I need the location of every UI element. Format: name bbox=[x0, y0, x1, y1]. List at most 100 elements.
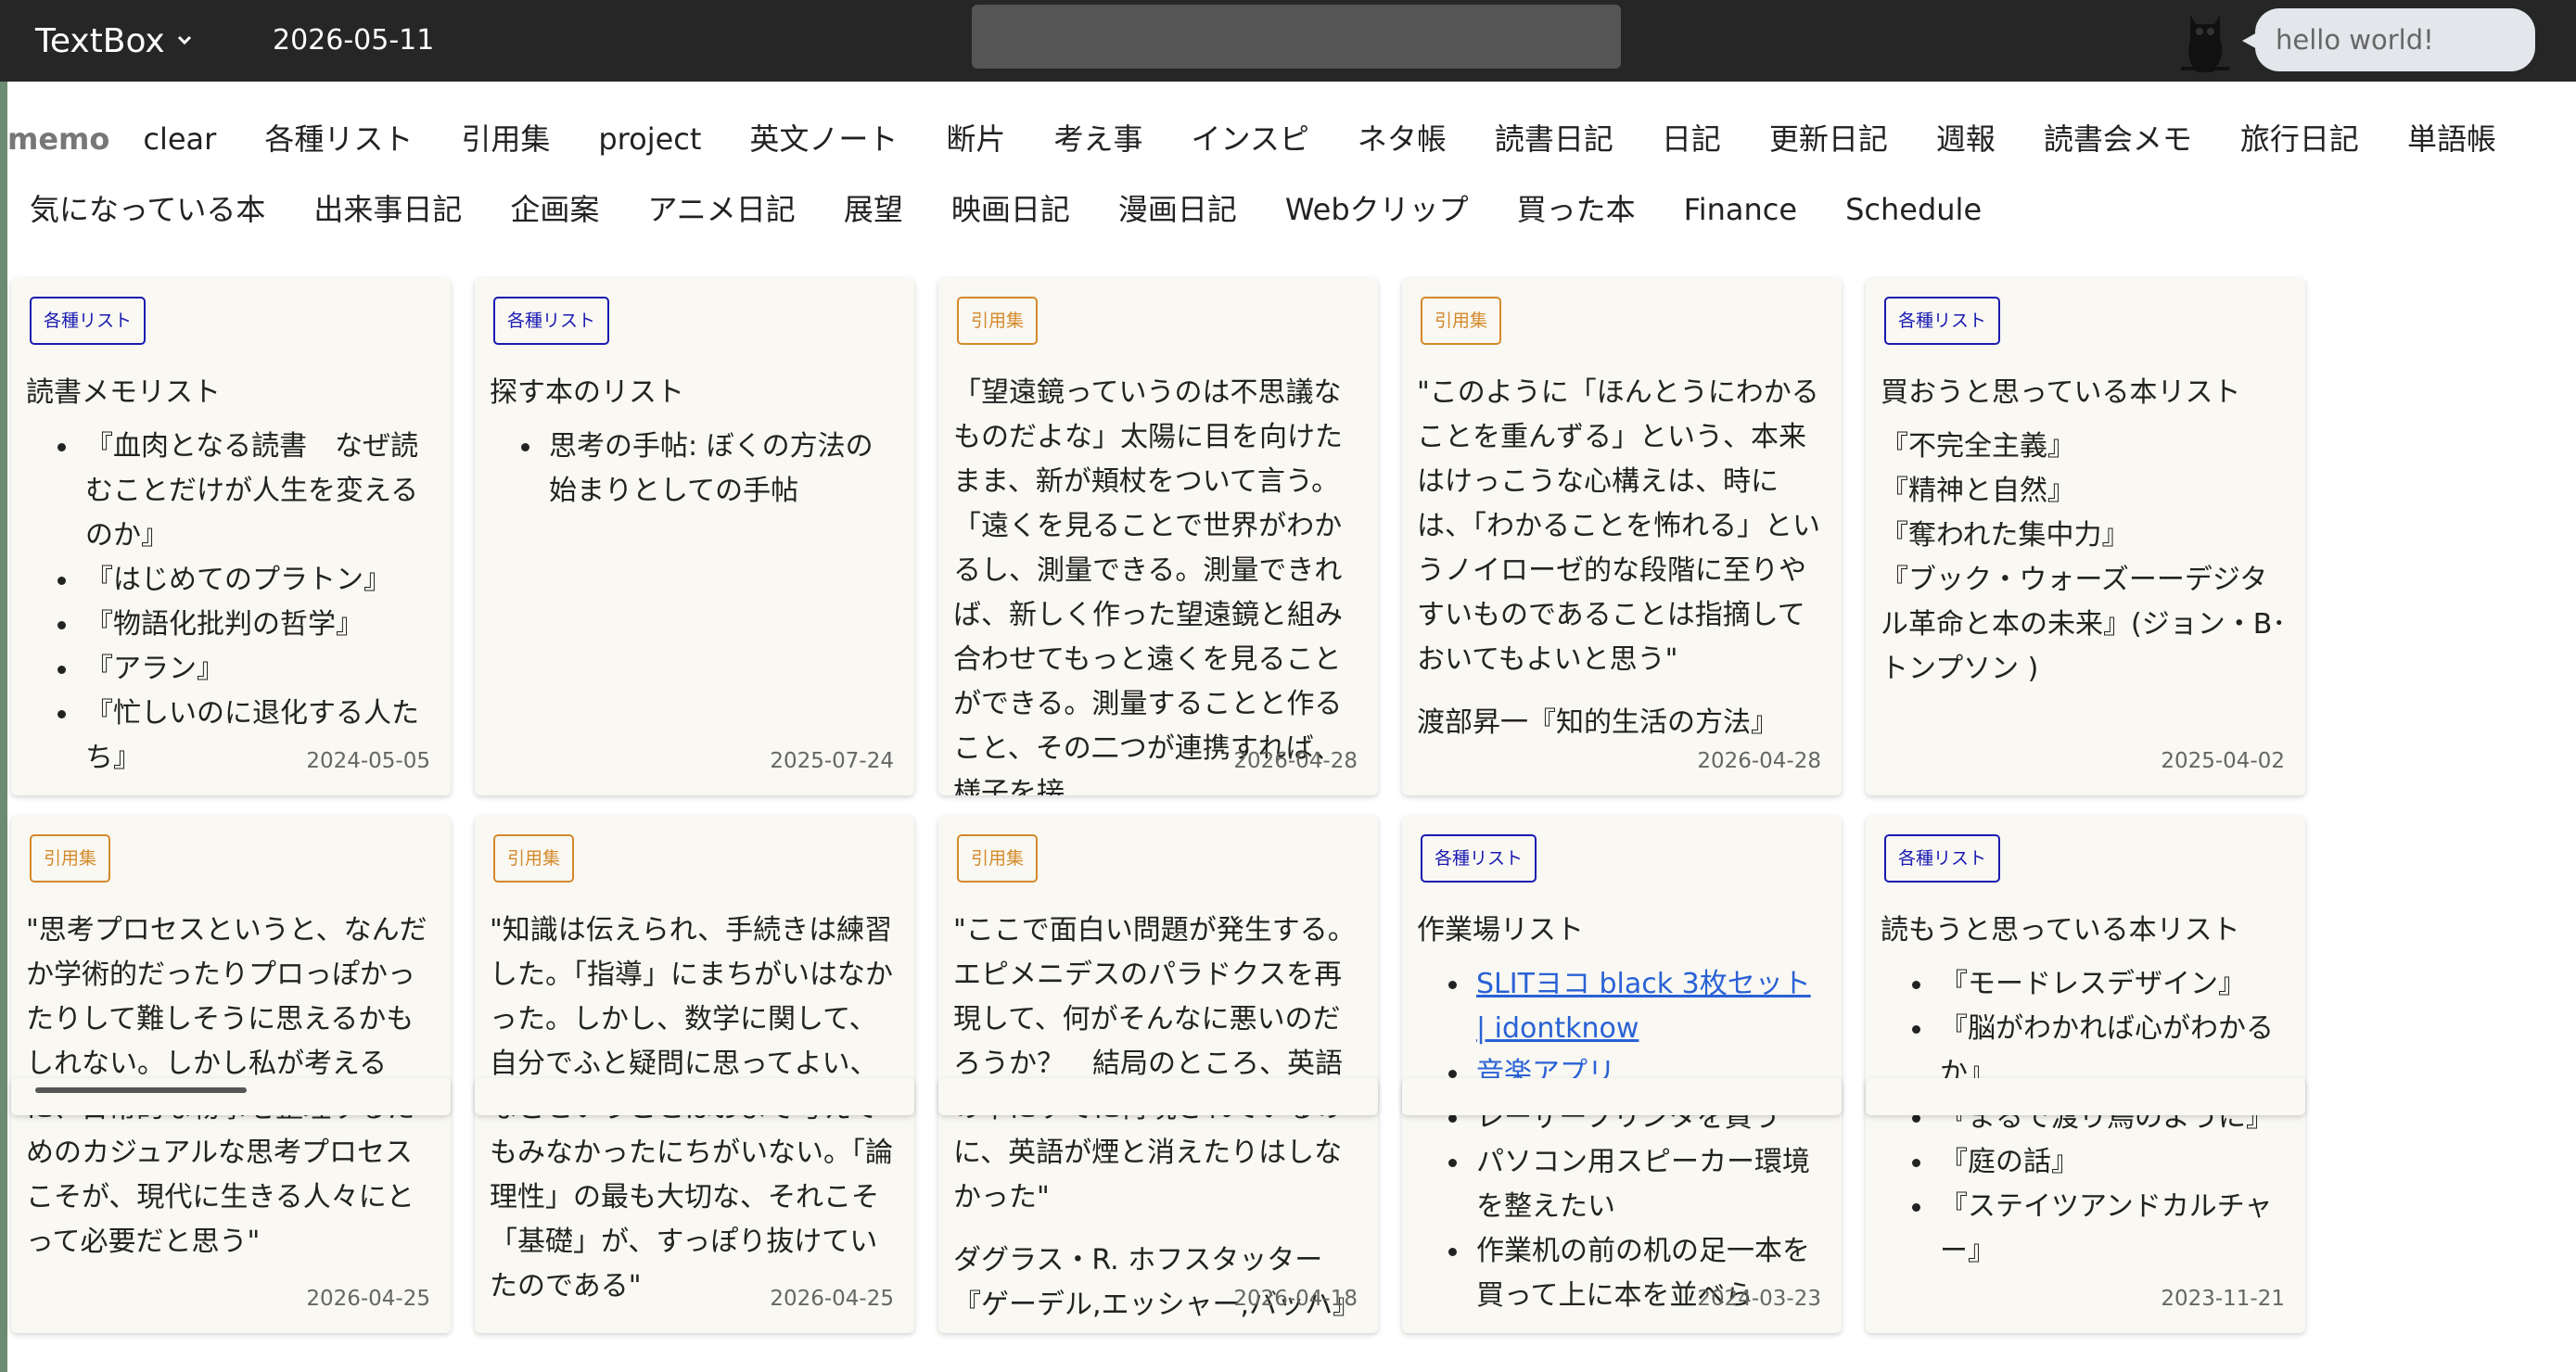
memo-card[interactable]: 引用集 "知識は伝えられ、手続きは練習した。「指導」にまちがいはなかった。しかし、… bbox=[475, 816, 914, 1333]
list-item: 思考の手帖: ぼくの方法の始まりとしての手帖 bbox=[490, 425, 898, 514]
nav-item[interactable]: 英文ノート bbox=[749, 119, 898, 159]
category-badge[interactable]: 引用集 bbox=[493, 834, 575, 883]
card-date: 2024-03-23 bbox=[1697, 1287, 1821, 1311]
nav-item[interactable]: 企画案 bbox=[510, 189, 599, 230]
nav-item[interactable]: 旅行日記 bbox=[2240, 119, 2359, 159]
card-content: 「望遠鏡っていうのは不思議なものだよな」太陽に目を向けたまま、新が頬杖をついて言… bbox=[953, 371, 1361, 795]
list-item: SLITヨコ black 3枚セット | idontknow bbox=[1417, 962, 1825, 1051]
card-date: 2026-04-25 bbox=[306, 1287, 430, 1311]
category-badge[interactable]: 各種リスト bbox=[30, 297, 147, 345]
category-badge[interactable]: 各種リスト bbox=[1884, 297, 2001, 345]
card-peek[interactable] bbox=[1402, 1078, 1842, 1115]
nav-item[interactable]: 各種リスト bbox=[264, 119, 413, 159]
memo-card[interactable]: 引用集 "ここで面白い問題が発生する。エピメニデスのパラドクスを再現して、何がそん… bbox=[938, 816, 1378, 1333]
nav-item[interactable]: Finance bbox=[1684, 189, 1797, 230]
nav-item[interactable]: 考え事 bbox=[1053, 119, 1142, 159]
nav-item[interactable]: 買った本 bbox=[1517, 189, 1636, 230]
nav-item[interactable]: 更新日記 bbox=[1769, 119, 1888, 159]
card-content: 読書メモリスト『血肉となる読書 なぜ読むことだけが人生を変えるのか』 『はじめての… bbox=[26, 371, 434, 781]
nav-memo-label[interactable]: memo bbox=[7, 119, 109, 159]
card-peek[interactable] bbox=[938, 1078, 1378, 1115]
category-badge[interactable]: 引用集 bbox=[1421, 297, 1502, 345]
nav-item[interactable]: 単語帳 bbox=[2407, 119, 2496, 159]
quote-source: ダグラス・R. ホフスタッター『ゲーデル,エッシャー,バッハ』 bbox=[953, 1244, 1361, 1321]
nav-item[interactable]: 展望 bbox=[844, 189, 903, 230]
card-content: 買おうと思っている本リスト 『不完全主義』 『精神と自然』 『奪われた集中力』 『ブック… bbox=[1881, 371, 2289, 692]
memo-card[interactable]: 各種リスト 探す本のリスト 思考の手帖: ぼくの方法の始まりとしての手帖 2025-0… bbox=[475, 278, 914, 795]
memo-card[interactable]: 引用集 "思考プロセスというと、なんだか学術的だったりプロっぽかったりして難しそう… bbox=[11, 816, 451, 1333]
background-strip bbox=[0, 82, 7, 1372]
quote-text: 「望遠鏡っていうのは不思議なものだよな」太陽に目を向けたまま、新が頬杖をついて言… bbox=[953, 376, 1343, 795]
card-date: 2026-04-25 bbox=[770, 1287, 894, 1311]
nav-item[interactable]: Webクリップ bbox=[1285, 189, 1469, 230]
link-item[interactable]: SLITヨコ black 3枚セット | idontknow bbox=[1476, 968, 1811, 1045]
list-item: 『アラン』 bbox=[26, 647, 434, 692]
list-item: パソコン用スピーカー環境を整えたい bbox=[1417, 1140, 1825, 1229]
chevron-down-icon bbox=[177, 35, 191, 45]
book-line: 『ブック・ウォーズーーデジタル革命と本の未来』(ジョン・B･トンプソン ) bbox=[1881, 564, 2287, 685]
card-list: SLITヨコ black 3枚セット | idontknow 音楽アプリ レーザープ… bbox=[1417, 962, 1825, 1318]
category-badge[interactable]: 各種リスト bbox=[1421, 834, 1537, 883]
nav-item[interactable]: 出来事日記 bbox=[313, 189, 462, 230]
card-date: 2026-04-28 bbox=[1233, 749, 1358, 773]
app-menu[interactable]: TextBox bbox=[35, 19, 193, 63]
card-title: 買おうと思っている本リスト bbox=[1881, 376, 2241, 409]
nav-item[interactable]: clear bbox=[143, 119, 216, 159]
card-peek-bar bbox=[35, 1087, 247, 1093]
card-peek[interactable] bbox=[11, 1078, 451, 1115]
nav-item[interactable]: 週報 bbox=[1936, 119, 1996, 159]
card-date: 2026-04-28 bbox=[1697, 749, 1821, 773]
nav-item[interactable]: ネタ帳 bbox=[1358, 119, 1447, 159]
book-line: 『奪われた集中力』 bbox=[1881, 519, 2130, 552]
card-peek[interactable] bbox=[1866, 1078, 2305, 1115]
top-bar: TextBox 2026-05-11 hello world! bbox=[0, 0, 2576, 82]
owl-icon[interactable] bbox=[2177, 7, 2233, 74]
quote-text: "このように「ほんとうにわかることを重んずる」という、本来はけっこうな心構えは、… bbox=[1417, 376, 1820, 676]
quote-source: 渡部昇一『知的生活の方法』 bbox=[1417, 706, 1779, 739]
category-badge[interactable]: 各種リスト bbox=[1884, 834, 2001, 883]
nav-item[interactable]: Schedule bbox=[1845, 189, 1982, 230]
memo-card[interactable]: 各種リスト 買おうと思っている本リスト 『不完全主義』 『精神と自然』 『奪われた集中力… bbox=[1866, 278, 2305, 795]
list-item: 『はじめてのプラトン』 bbox=[26, 558, 434, 603]
memo-card[interactable]: 引用集 "このように「ほんとうにわかることを重んずる」という、本来はけっこうな心構… bbox=[1402, 278, 1842, 795]
memo-card[interactable]: 各種リスト作業場リスト SLITヨコ black 3枚セット | idontkno… bbox=[1402, 816, 1842, 1333]
card-date: 2025-04-02 bbox=[2161, 749, 2285, 773]
card-title: 読書メモリスト bbox=[26, 376, 221, 409]
list-item: 『血肉となる読書 なぜ読むことだけが人生を変えるのか』 bbox=[26, 425, 434, 558]
list-item: 『庭の話』 bbox=[1881, 1140, 2289, 1185]
nav-item[interactable]: 読書日記 bbox=[1495, 119, 1613, 159]
list-item: 『ステイツアンドカルチャー』 bbox=[1881, 1185, 2289, 1274]
category-badge[interactable]: 各種リスト bbox=[493, 297, 610, 345]
nav-item[interactable]: 気になっている本 bbox=[30, 189, 265, 230]
card-title: 読もうと思っている本リスト bbox=[1881, 914, 2240, 946]
nav-item[interactable]: 漫画日記 bbox=[1118, 189, 1237, 230]
nav-item[interactable]: 引用集 bbox=[461, 119, 550, 159]
nav-item[interactable]: 読書会メモ bbox=[2044, 119, 2192, 159]
card-list: 思考の手帖: ぼくの方法の始まりとしての手帖 bbox=[490, 425, 898, 514]
card-content: "ここで面白い問題が発生する。エピメニデスのパラドクスを再現して、何がそんなに悪… bbox=[953, 908, 1361, 1328]
nav-item[interactable]: インスピ bbox=[1191, 119, 1308, 159]
memo-card[interactable]: 引用集「望遠鏡っていうのは不思議なものだよな」太陽に目を向けたまま、新が頬杖をつ… bbox=[938, 278, 1378, 795]
nav-item[interactable]: 映画日記 bbox=[951, 189, 1070, 230]
current-date: 2026-05-11 bbox=[273, 24, 435, 57]
memo-card[interactable]: 各種リスト 読もうと思っている本リスト 『モードレスデザイン』 『脳がわかれば心がわか… bbox=[1866, 816, 2305, 1333]
nav-item[interactable]: 断片 bbox=[946, 119, 1005, 159]
category-badge[interactable]: 引用集 bbox=[957, 834, 1039, 883]
card-content: "このように「ほんとうにわかることを重んずる」という、本来はけっこうな心構えは、… bbox=[1417, 371, 1825, 745]
category-badge[interactable]: 引用集 bbox=[957, 297, 1039, 345]
nav-item[interactable]: 日記 bbox=[1662, 119, 1721, 159]
nav-item[interactable]: アニメ日記 bbox=[647, 189, 795, 230]
card-date: 2024-05-05 bbox=[306, 749, 430, 773]
category-badge[interactable]: 引用集 bbox=[30, 834, 111, 883]
card-title: 作業場リスト bbox=[1417, 914, 1584, 946]
card-grid: 各種リスト 読書メモリスト 『血肉となる読書 なぜ読むことだけが人生を変えるのか』『… bbox=[11, 278, 2311, 1372]
memo-card[interactable]: 各種リスト 読書メモリスト 『血肉となる読書 なぜ読むことだけが人生を変えるのか』『… bbox=[11, 278, 451, 795]
category-nav-row-1: memo clear 各種リスト 引用集 project 英文ノート 断片 考え事 インスピ ネ… bbox=[0, 119, 2544, 159]
book-line: 『精神と自然』 bbox=[1881, 475, 2075, 507]
card-peek[interactable] bbox=[475, 1078, 914, 1115]
card-list: 『血肉となる読書 なぜ読むことだけが人生を変えるのか』 『はじめてのプラトン』 『物… bbox=[26, 425, 434, 781]
card-date: 2023-11-21 bbox=[2161, 1287, 2285, 1311]
search-input[interactable] bbox=[972, 5, 1621, 69]
nav-item[interactable]: project bbox=[598, 119, 701, 159]
category-nav-row-2: 気になっている本 出来事日記 企画案 アニメ日記 展望 映画日記 漫画日記 Webクリップ 買っ… bbox=[30, 189, 2030, 230]
